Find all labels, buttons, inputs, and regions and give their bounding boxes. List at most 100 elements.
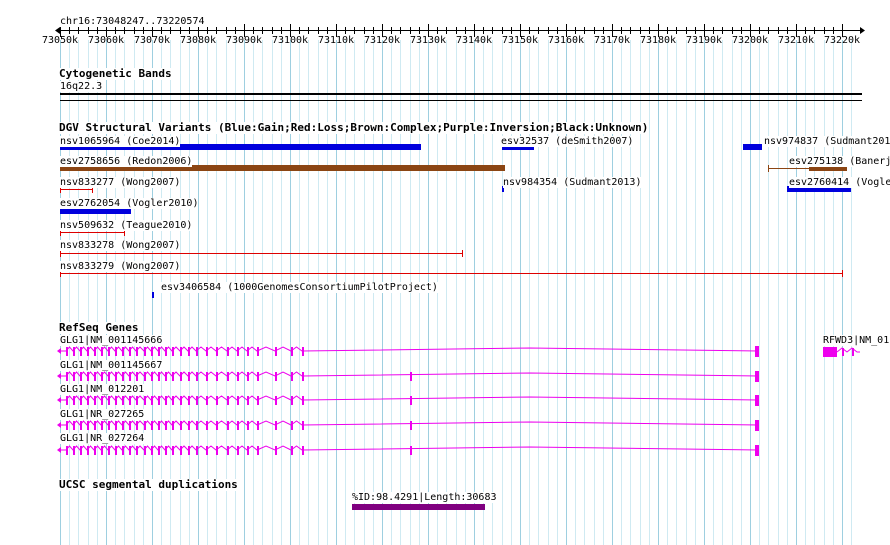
refseq-exon[interactable]: [180, 347, 182, 356]
refseq-exon[interactable]: [94, 347, 96, 356]
refseq-exon[interactable]: [144, 446, 146, 455]
refseq-exon[interactable]: [66, 372, 68, 381]
refseq-exon[interactable]: [188, 396, 190, 405]
refseq-exon[interactable]: [180, 396, 182, 405]
refseq-exon[interactable]: [237, 446, 239, 455]
refseq-exon[interactable]: [80, 421, 82, 430]
refseq-exon[interactable]: [158, 372, 160, 381]
refseq-exon[interactable]: [755, 420, 759, 431]
refseq-exon[interactable]: [257, 421, 259, 430]
refseq-gene-label[interactable]: GLG1|NM_001145666: [60, 335, 163, 346]
refseq-exon[interactable]: [115, 396, 117, 405]
refseq-exon[interactable]: [94, 421, 96, 430]
refseq-exon[interactable]: [87, 396, 89, 405]
refseq-exon[interactable]: [129, 421, 131, 430]
refseq-exon[interactable]: [755, 445, 759, 456]
refseq-exon[interactable]: [136, 396, 138, 405]
refseq-exon[interactable]: [291, 421, 293, 430]
refseq-exon[interactable]: [172, 446, 174, 455]
dgv-feature-label[interactable]: esv3406584 (1000GenomesConsortiumPilotPr…: [161, 282, 438, 293]
refseq-exon[interactable]: [151, 396, 153, 405]
refseq-exon[interactable]: [158, 396, 160, 405]
refseq-exon[interactable]: [172, 372, 174, 381]
dgv-feature-label[interactable]: esv2762054 (Vogler2010): [60, 198, 199, 209]
refseq-exon[interactable]: [172, 347, 174, 356]
refseq-exon[interactable]: [122, 421, 124, 430]
refseq-exon[interactable]: [302, 347, 304, 356]
refseq-exon[interactable]: [73, 446, 75, 455]
refseq-exon[interactable]: [275, 446, 277, 455]
refseq-gene-label[interactable]: RFWD3|NM_01: [823, 335, 890, 346]
refseq-exon[interactable]: [196, 372, 198, 381]
refseq-exon[interactable]: [188, 421, 190, 430]
refseq-exon[interactable]: [291, 446, 293, 455]
refseq-gene-label[interactable]: GLG1|NM_012201: [60, 384, 145, 395]
refseq-exon[interactable]: [180, 446, 182, 455]
refseq-exon[interactable]: [101, 372, 103, 381]
refseq-exon[interactable]: [165, 372, 167, 381]
refseq-exon[interactable]: [206, 396, 208, 405]
refseq-exon[interactable]: [144, 372, 146, 381]
refseq-exon[interactable]: [227, 421, 229, 430]
refseq-exon[interactable]: [410, 372, 412, 381]
segdup-feature-bar[interactable]: [352, 504, 485, 510]
refseq-exon[interactable]: [257, 446, 259, 455]
refseq-exon[interactable]: [291, 347, 293, 356]
refseq-exon[interactable]: [755, 371, 759, 382]
refseq-exon[interactable]: [73, 347, 75, 356]
refseq-exon[interactable]: [87, 421, 89, 430]
dgv-feature-bar[interactable]: [152, 292, 154, 298]
refseq-exon[interactable]: [94, 372, 96, 381]
refseq-exon[interactable]: [410, 421, 412, 430]
refseq-exon[interactable]: [66, 347, 68, 356]
refseq-exon[interactable]: [257, 396, 259, 405]
refseq-exon[interactable]: [216, 372, 218, 381]
refseq-exon[interactable]: [87, 347, 89, 356]
refseq-exon[interactable]: [108, 421, 110, 430]
refseq-exon[interactable]: [158, 347, 160, 356]
refseq-exon[interactable]: [172, 421, 174, 430]
refseq-exon[interactable]: [101, 396, 103, 405]
refseq-gene-label[interactable]: GLG1|NM_001145667: [60, 360, 163, 371]
refseq-exon[interactable]: [129, 446, 131, 455]
dgv-feature-label[interactable]: nsv833279 (Wong2007): [60, 261, 181, 272]
refseq-exon[interactable]: [410, 396, 412, 405]
refseq-exon[interactable]: [188, 372, 190, 381]
refseq-exon[interactable]: [122, 372, 124, 381]
dgv-feature-label[interactable]: esv32537 (deSmith2007): [501, 136, 634, 147]
dgv-feature-label[interactable]: nsv509632 (Teague2010): [60, 220, 193, 231]
refseq-exon[interactable]: [115, 421, 117, 430]
dgv-feature-label[interactable]: esv2758656 (Redon2006): [60, 156, 193, 167]
dgv-feature-label[interactable]: esv2760414 (Vogle: [789, 177, 890, 188]
refseq-gene-label[interactable]: GLG1|NR_027264: [60, 433, 145, 444]
refseq-exon[interactable]: [257, 347, 259, 356]
refseq-exon[interactable]: [206, 372, 208, 381]
refseq-exon[interactable]: [87, 446, 89, 455]
dgv-feature-label[interactable]: nsv833278 (Wong2007): [60, 240, 181, 251]
refseq-exon[interactable]: [115, 347, 117, 356]
refseq-exon[interactable]: [227, 347, 229, 356]
refseq-exon[interactable]: [216, 446, 218, 455]
refseq-exon[interactable]: [275, 396, 277, 405]
refseq-exon[interactable]: [122, 446, 124, 455]
refseq-exon[interactable]: [101, 446, 103, 455]
refseq-exon[interactable]: [247, 347, 249, 356]
refseq-exon[interactable]: [216, 421, 218, 430]
refseq-exon[interactable]: [80, 372, 82, 381]
refseq-exon[interactable]: [823, 347, 837, 357]
refseq-exon[interactable]: [172, 396, 174, 405]
refseq-exon[interactable]: [94, 446, 96, 455]
refseq-exon[interactable]: [136, 421, 138, 430]
refseq-exon[interactable]: [196, 446, 198, 455]
refseq-exon[interactable]: [206, 347, 208, 356]
refseq-exon[interactable]: [115, 446, 117, 455]
refseq-exon[interactable]: [80, 446, 82, 455]
cytoband-band-bar[interactable]: [60, 93, 862, 95]
refseq-exon[interactable]: [755, 346, 759, 357]
refseq-exon[interactable]: [108, 396, 110, 405]
refseq-exon[interactable]: [151, 446, 153, 455]
refseq-exon[interactable]: [94, 396, 96, 405]
refseq-exon[interactable]: [66, 421, 68, 430]
refseq-exon[interactable]: [151, 372, 153, 381]
refseq-exon[interactable]: [188, 347, 190, 356]
